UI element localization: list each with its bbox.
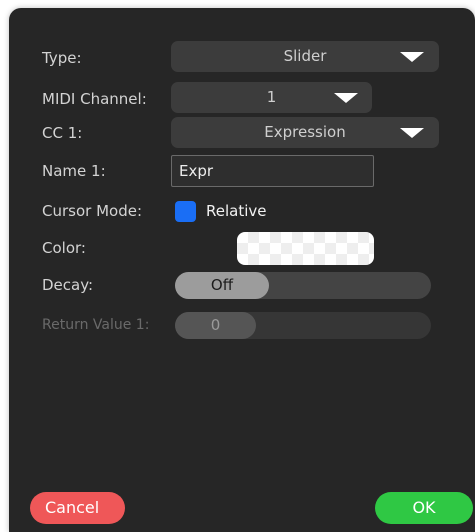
cc-label: CC 1:	[42, 124, 83, 142]
ok-button[interactable]: OK	[375, 492, 473, 524]
name-label: Name 1:	[42, 162, 106, 180]
name-input[interactable]: Expr	[171, 155, 374, 187]
cancel-button[interactable]: Cancel	[30, 492, 125, 524]
cc-dropdown[interactable]: Expression	[171, 117, 439, 148]
color-label: Color:	[42, 239, 86, 257]
cc-value: Expression	[264, 123, 346, 141]
settings-dialog: Type: Slider MIDI Channel: 1 CC 1: Expre…	[9, 8, 475, 532]
chevron-down-icon	[334, 93, 358, 103]
cursor-mode-label: Cursor Mode:	[42, 202, 142, 220]
midi-channel-dropdown[interactable]: 1	[171, 82, 372, 113]
type-dropdown[interactable]: Slider	[171, 41, 439, 72]
return-value: 0	[175, 312, 256, 339]
cursor-mode-checkbox[interactable]	[175, 201, 196, 222]
decay-slider[interactable]: Off	[175, 272, 431, 299]
cursor-mode-option-label[interactable]: Relative	[206, 200, 267, 222]
type-label: Type:	[42, 49, 82, 67]
chevron-down-icon	[400, 128, 424, 138]
midi-channel-label: MIDI Channel:	[42, 90, 147, 108]
color-swatch[interactable]	[237, 232, 374, 265]
return-value-slider: 0	[175, 312, 431, 339]
type-value: Slider	[283, 47, 327, 65]
decay-label: Decay:	[42, 276, 94, 294]
return-value-label: Return Value 1:	[42, 317, 150, 333]
decay-value[interactable]: Off	[175, 272, 269, 299]
chevron-down-icon	[400, 52, 424, 62]
